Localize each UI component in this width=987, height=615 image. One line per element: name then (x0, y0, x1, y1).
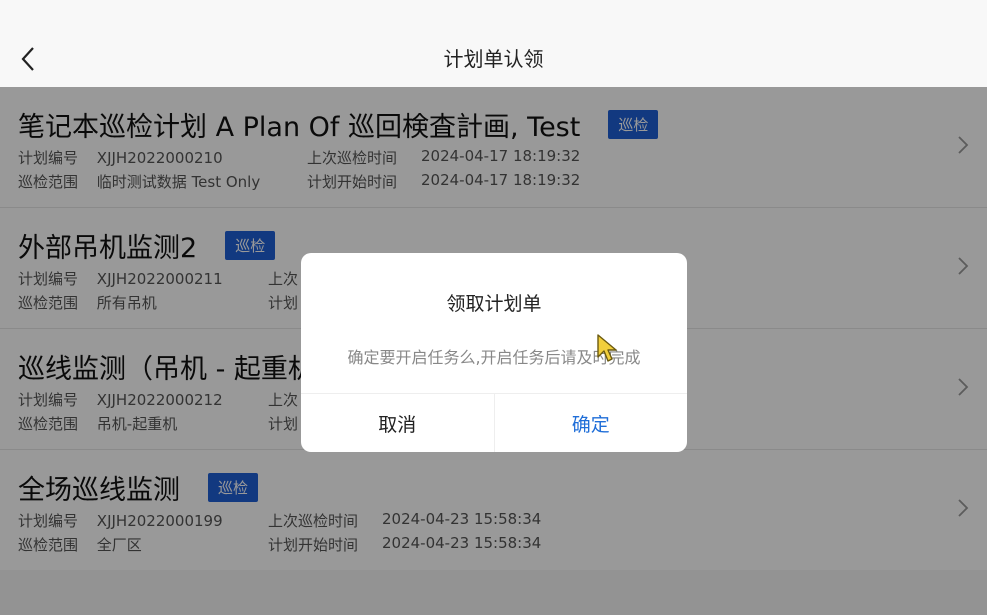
cancel-button[interactable]: 取消 (301, 394, 495, 452)
dialog-title: 领取计划单 (446, 293, 542, 315)
confirm-dialog: 领取计划单 确定要开启任务么,开启任务后请及时完成 取消 确定 (301, 253, 687, 452)
confirm-button[interactable]: 确定 (495, 394, 688, 452)
dialog-actions: 取消 确定 (301, 393, 687, 452)
top-bar: 计划单认领 (0, 0, 987, 87)
dialog-message: 确定要开启任务么,开启任务后请及时完成 (347, 348, 641, 367)
mouse-pointer-icon (597, 334, 617, 362)
page-title: 计划单认领 (443, 47, 544, 71)
